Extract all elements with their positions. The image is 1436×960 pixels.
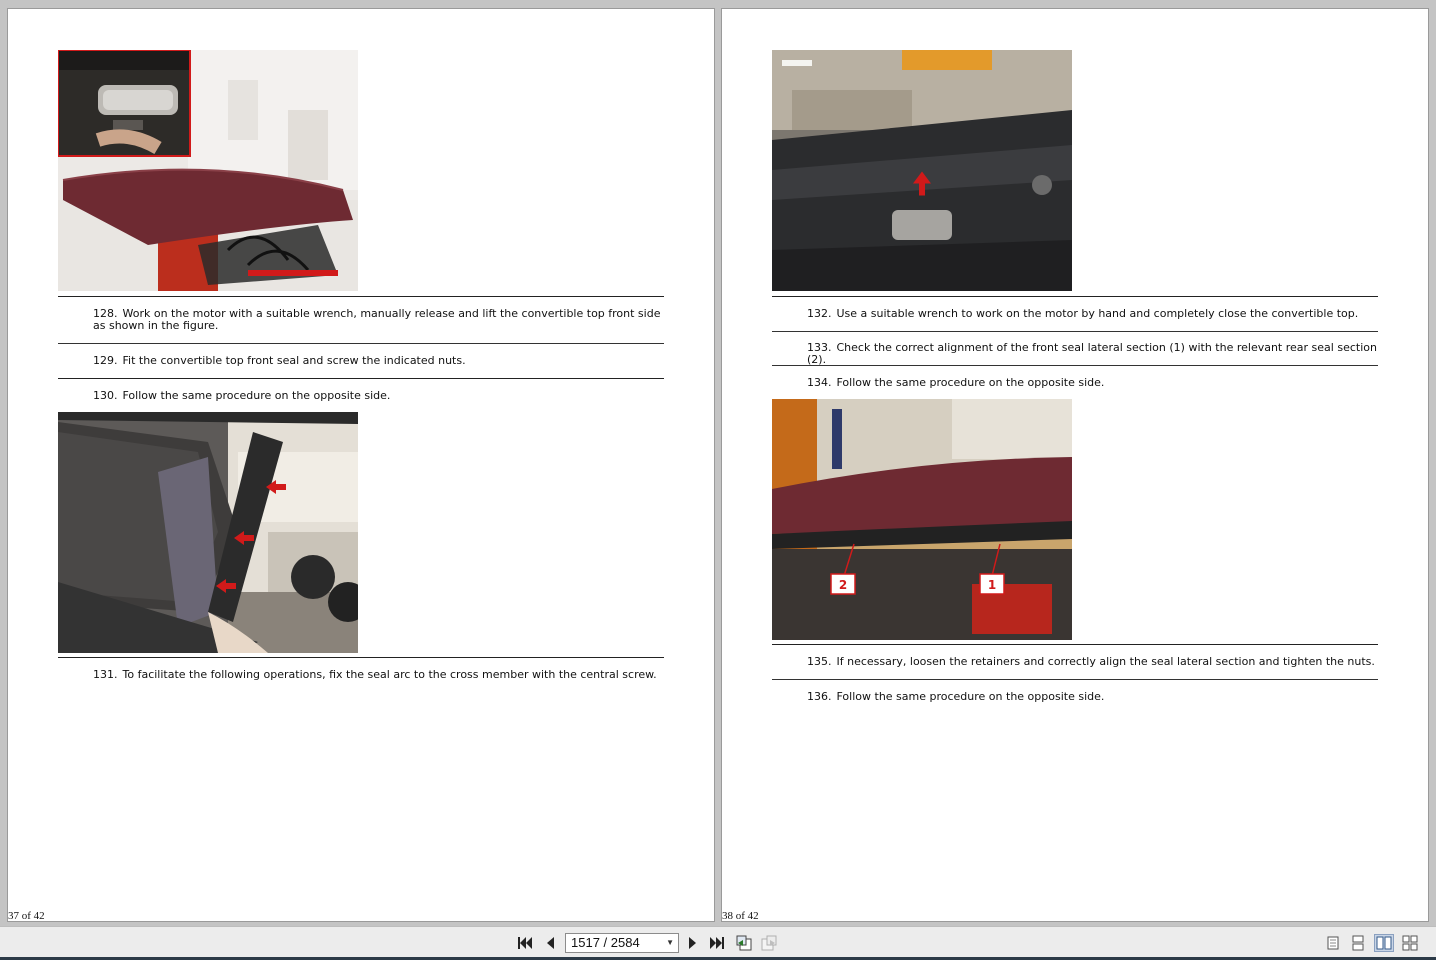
step-number: 130. — [93, 389, 118, 402]
divider — [772, 679, 1378, 680]
divider — [58, 378, 664, 379]
document-viewer: 128. Work on the motor with a suitable wr… — [0, 0, 1436, 926]
divider — [772, 296, 1378, 297]
photo-seal-nuts — [58, 412, 358, 653]
step-text: Fit the convertible top front seal and s… — [122, 354, 466, 367]
step-number: 132. — [807, 307, 832, 320]
navigation-toolbar: 1517 / 2584 ▼ — [0, 926, 1436, 960]
step-135: 135. If necessary, loosen the retainers a… — [807, 656, 1382, 668]
callout-2: 2 — [839, 578, 847, 592]
page-37: 128. Work on the motor with a suitable wr… — [7, 8, 715, 922]
divider — [772, 644, 1378, 645]
step-number: 135. — [807, 655, 832, 668]
step-number: 136. — [807, 690, 832, 703]
step-text: Follow the same procedure on the opposit… — [836, 376, 1105, 389]
step-text: Follow the same procedure on the opposit… — [836, 690, 1105, 703]
step-133: 133. Check the correct alignment of the f… — [807, 342, 1382, 366]
divider — [58, 296, 664, 297]
step-132: 132. Use a suitable wrench to work on the… — [807, 308, 1382, 320]
photo-seal-alignment: 2 1 — [772, 399, 1072, 640]
divider — [772, 365, 1378, 366]
step-131: 131. To facilitate the following operatio… — [93, 669, 668, 681]
page-footer: 38 of 42 — [722, 910, 759, 922]
step-number: 131. — [93, 668, 118, 681]
step-number: 134. — [807, 376, 832, 389]
first-page-icon[interactable] — [516, 934, 534, 952]
last-page-icon[interactable] — [708, 934, 726, 952]
step-text: If necessary, loosen the retainers and c… — [836, 655, 1375, 668]
go-forward-icon[interactable] — [760, 934, 778, 952]
next-page-icon[interactable] — [684, 934, 702, 952]
two-page-continuous-icon[interactable] — [1400, 934, 1420, 952]
step-129: 129. Fit the convertible top front seal a… — [93, 355, 668, 367]
divider — [772, 331, 1378, 332]
step-130: 130. Follow the same procedure on the opp… — [93, 390, 668, 402]
step-text: Follow the same procedure on the opposit… — [122, 389, 391, 402]
divider — [58, 657, 664, 658]
chevron-down-icon[interactable]: ▼ — [666, 934, 674, 952]
step-text: Check the correct alignment of the front… — [807, 341, 1377, 366]
photo-motor-close — [772, 50, 1072, 291]
step-text: Work on the motor with a suitable wrench… — [93, 307, 661, 332]
step-128: 128. Work on the motor with a suitable wr… — [93, 308, 668, 332]
page-number-value: 1517 / 2584 — [571, 935, 640, 950]
go-back-icon[interactable] — [735, 934, 753, 952]
step-number: 129. — [93, 354, 118, 367]
previous-page-icon[interactable] — [541, 934, 559, 952]
step-136: 136. Follow the same procedure on the opp… — [807, 691, 1382, 703]
page-38: 132. Use a suitable wrench to work on the… — [721, 8, 1429, 922]
step-134: 134. Follow the same procedure on the opp… — [807, 377, 1382, 389]
callout-1: 1 — [988, 578, 996, 592]
page-number-input[interactable]: 1517 / 2584 ▼ — [565, 933, 679, 953]
single-page-icon[interactable] — [1323, 934, 1343, 952]
continuous-icon[interactable] — [1348, 934, 1368, 952]
two-page-icon[interactable] — [1374, 934, 1394, 952]
step-text: Use a suitable wrench to work on the mot… — [836, 307, 1359, 320]
photo-motor-release — [58, 50, 358, 291]
page-footer: 37 of 42 — [8, 910, 45, 922]
divider — [58, 343, 664, 344]
step-text: To facilitate the following operations, … — [122, 668, 657, 681]
